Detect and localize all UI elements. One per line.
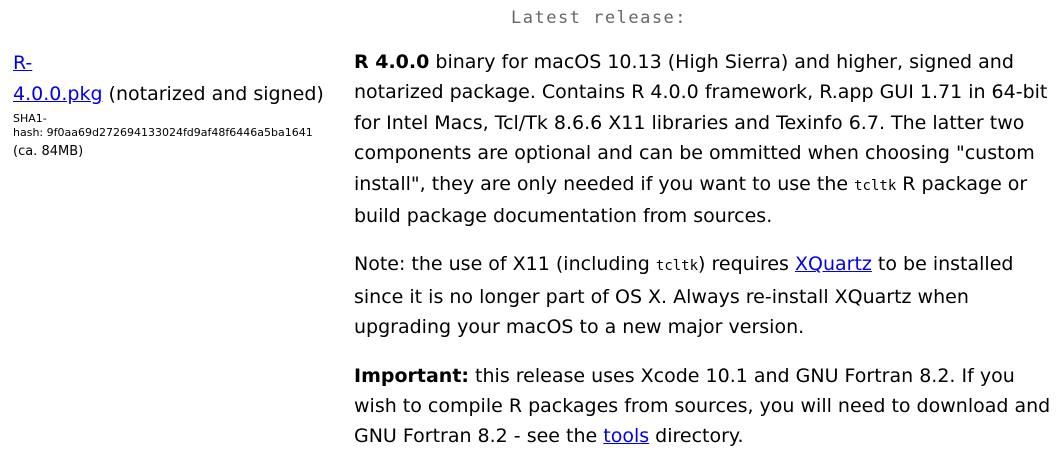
release-notes: R 4.0.0 binary for macOS 10.13 (High Sie… <box>354 47 1054 455</box>
note-middle: ) requires <box>698 253 795 276</box>
package-note: (notarized and signed) <box>102 83 324 105</box>
package-line: R- 4.0.0.pkg (notarized and signed) <box>13 48 343 110</box>
important-label: Important: <box>354 364 470 387</box>
latest-release-heading: Latest release: <box>511 8 688 28</box>
hash-label: SHA1- <box>13 112 47 125</box>
hash-prefix: hash: <box>13 126 47 139</box>
xquartz-link[interactable]: XQuartz <box>795 253 872 275</box>
tools-link[interactable]: tools <box>603 425 649 447</box>
important-paragraph: Important: this release uses Xcode 10.1 … <box>354 361 1054 452</box>
note-paragraph: Note: the use of X11 (including tcltk) r… <box>354 249 1054 342</box>
note-prefix: Note: the use of X11 (including <box>354 253 656 276</box>
package-column: R- 4.0.0.pkg (notarized and signed) SHA1-… <box>13 48 343 161</box>
hash-line: hash: 9f0aa69d272694133024fd9af48f6446a5… <box>13 126 343 140</box>
package-download-link[interactable]: R- 4.0.0.pkg <box>13 52 103 105</box>
hash-value: 9f0aa69d272694133024fd9af48f6446a5ba1641 <box>46 126 313 139</box>
tcltk-code: tcltk <box>854 177 897 194</box>
package-link-line2: 4.0.0.pkg <box>13 83 103 105</box>
package-link-line1: R- <box>13 52 33 74</box>
important-suffix: directory. <box>649 425 744 448</box>
version-label: R 4.0.0 <box>354 51 430 73</box>
package-size: (ca. 84MB) <box>13 144 84 159</box>
note-tcltk-code: tcltk <box>655 258 699 275</box>
description-paragraph: R 4.0.0 binary for macOS 10.13 (High Sie… <box>354 47 1054 231</box>
